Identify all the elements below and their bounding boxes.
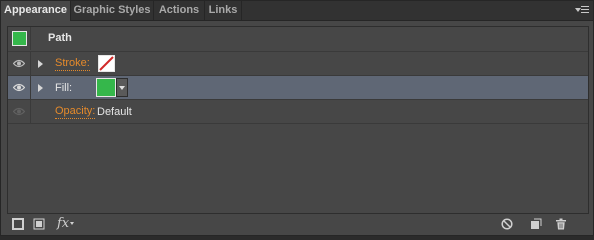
add-new-fill-icon[interactable] xyxy=(33,218,45,230)
expand-triangle-icon[interactable] xyxy=(38,84,43,92)
eye-icon xyxy=(13,107,25,116)
panel-footer: fx xyxy=(1,214,593,235)
tab-bar: Appearance Graphic Styles Actions Links xyxy=(1,1,593,21)
header-thumbnail-cell xyxy=(8,27,31,50)
duplicate-item-icon[interactable] xyxy=(530,218,542,230)
stroke-row[interactable]: Stroke: xyxy=(8,52,588,76)
stroke-visibility-cell[interactable] xyxy=(8,52,31,75)
opacity-label[interactable]: Opacity: xyxy=(55,106,96,119)
fill-visibility-cell[interactable] xyxy=(8,76,31,99)
header-row: Path xyxy=(8,27,588,52)
object-thumbnail-swatch xyxy=(12,31,27,46)
chevron-down-icon xyxy=(119,86,125,90)
tab-links[interactable]: Links xyxy=(205,1,242,20)
fx-label: fx xyxy=(57,216,70,231)
fill-swatch-dropdown[interactable] xyxy=(116,78,128,97)
eye-icon[interactable] xyxy=(13,59,25,68)
clear-appearance-icon[interactable] xyxy=(501,218,513,230)
stroke-label[interactable]: Stroke: xyxy=(55,58,90,71)
appearance-panel: Appearance Graphic Styles Actions Links … xyxy=(0,0,594,236)
appearance-list: Path Stroke: Fill: Opacity: Default xyxy=(7,26,589,214)
tab-appearance[interactable]: Appearance xyxy=(1,1,71,21)
fill-label: Fill: xyxy=(55,82,73,94)
opacity-visibility-cell xyxy=(8,100,31,123)
delete-item-icon[interactable] xyxy=(555,218,567,230)
fx-icon[interactable]: fx xyxy=(57,216,75,231)
expand-triangle-icon[interactable] xyxy=(38,60,43,68)
object-type-title: Path xyxy=(48,32,72,44)
fill-row[interactable]: Fill: xyxy=(8,76,588,100)
tab-actions[interactable]: Actions xyxy=(154,1,205,20)
opacity-row[interactable]: Opacity: Default xyxy=(8,100,588,124)
tab-graphic-styles[interactable]: Graphic Styles xyxy=(71,1,154,20)
eye-icon[interactable] xyxy=(13,83,25,92)
stroke-none-swatch[interactable] xyxy=(98,55,115,72)
fill-color-swatch[interactable] xyxy=(96,78,116,97)
opacity-value: Default xyxy=(97,106,132,118)
none-slash-icon xyxy=(99,56,114,71)
panel-menu-icon[interactable] xyxy=(575,4,589,16)
add-new-stroke-icon[interactable] xyxy=(12,218,24,230)
